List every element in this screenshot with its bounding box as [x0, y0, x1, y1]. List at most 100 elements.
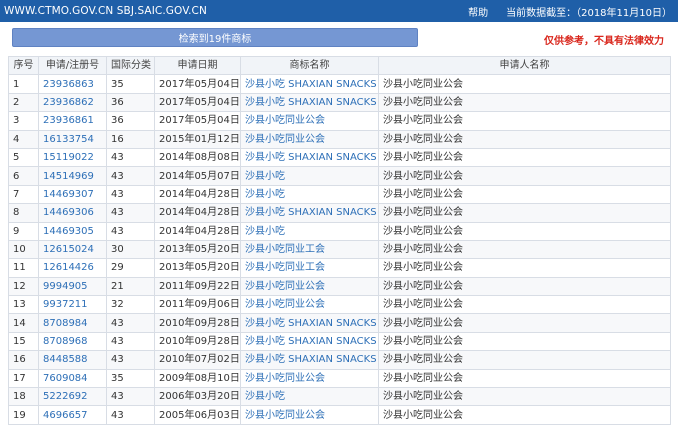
cell-index: 17: [8, 368, 39, 389]
cell-applicant: 沙县小吃同业公会: [378, 239, 671, 260]
table-header-row: 序号 申请/注册号 国际分类 申请日期 商标名称 申请人名称: [8, 55, 671, 76]
cell-index: 5: [8, 147, 39, 168]
cell-mark-name-link[interactable]: 沙县小吃: [240, 166, 379, 186]
cell-reg-number-link[interactable]: 15119022: [38, 147, 107, 168]
table-row[interactable]: 17 7609084 35 2009年08月10日 沙县小吃同业公会 沙县小吃同业公会: [8, 368, 671, 389]
cell-reg-number-link[interactable]: 23936862: [38, 92, 107, 113]
cell-class: 43: [106, 203, 155, 223]
cell-index: 15: [8, 331, 39, 352]
cell-applicant: 沙县小吃同业公会: [378, 405, 671, 425]
cell-applicant: 沙县小吃同业公会: [378, 111, 671, 131]
cell-reg-number-link[interactable]: 14469306: [38, 203, 107, 223]
cell-applicant: 沙县小吃同业公会: [378, 276, 671, 297]
cell-reg-number-link[interactable]: 8708984: [38, 313, 107, 333]
cell-date: 2017年05月04日: [154, 74, 241, 94]
table-row[interactable]: 13 9937211 32 2011年09月06日 沙县小吃同业公会 沙县小吃同业公会: [8, 295, 671, 315]
cell-reg-number-link[interactable]: 9994905: [38, 276, 107, 297]
cell-date: 2009年08月10日: [154, 368, 241, 389]
cell-mark-name-link[interactable]: 沙县小吃: [240, 387, 379, 407]
cell-reg-number-link[interactable]: 23936861: [38, 111, 107, 131]
top-bar: WWW.CTMO.GOV.CN SBJ.SAIC.GOV.CN 帮助 当前数据截…: [0, 0, 678, 22]
cell-mark-name-link[interactable]: 沙县小吃同业公会: [240, 111, 379, 131]
cell-mark-name-link[interactable]: 沙县小吃同业工会: [240, 239, 379, 260]
cell-mark-name-link[interactable]: 沙县小吃 SHAXIAN SNACKS: [240, 313, 379, 333]
table-row[interactable]: 2 23936862 36 2017年05月04日 沙县小吃 SHAXIAN SNACK…: [8, 92, 671, 113]
cell-reg-number-link[interactable]: 7609084: [38, 368, 107, 389]
cell-mark-name-link[interactable]: 沙县小吃: [240, 184, 379, 205]
cell-mark-name-link[interactable]: 沙县小吃 SHAXIAN SNACKS: [240, 74, 379, 94]
top-bar-right: 帮助 当前数据截至：（2018年11月10日）: [468, 4, 672, 19]
cell-date: 2017年05月04日: [154, 111, 241, 131]
cell-reg-number-link[interactable]: 23936863: [38, 74, 107, 94]
table-row[interactable]: 12 9994905 21 2011年09月22日 沙县小吃同业公会 沙县小吃同业公会: [8, 276, 671, 297]
table-row[interactable]: 14 8708984 43 2010年09月28日 沙县小吃 SHAXIAN SNACK…: [8, 313, 671, 333]
cell-mark-name-link[interactable]: 沙县小吃同业工会: [240, 258, 379, 278]
cell-class: 30: [106, 239, 155, 260]
table-row[interactable]: 19 4696657 43 2005年06月03日 沙县小吃同业公会 沙县小吃同业公会: [8, 405, 671, 425]
cell-reg-number-link[interactable]: 8448588: [38, 350, 107, 370]
cell-reg-number-link[interactable]: 14514969: [38, 166, 107, 186]
cell-mark-name-link[interactable]: 沙县小吃同业公会: [240, 368, 379, 389]
table-row[interactable]: 16 8448588 43 2010年07月02日 沙县小吃 SHAXIAN SNACK…: [8, 350, 671, 370]
table-row[interactable]: 4 16133754 16 2015年01月12日 沙县小吃同业公会 沙县小吃同业公会: [8, 129, 671, 149]
cell-date: 2011年09月06日: [154, 295, 241, 315]
cell-reg-number-link[interactable]: 4696657: [38, 405, 107, 425]
header-class[interactable]: 国际分类: [106, 55, 155, 76]
cell-reg-number-link[interactable]: 9937211: [38, 295, 107, 315]
cell-mark-name-link[interactable]: 沙县小吃同业公会: [240, 295, 379, 315]
table-row[interactable]: 11 12614426 29 2013年05月20日 沙县小吃同业工会 沙县小吃同业公会: [8, 258, 671, 278]
header-reg-number[interactable]: 申请/注册号: [38, 55, 107, 76]
result-count-button[interactable]: 检索到19件商标: [12, 28, 418, 47]
cell-mark-name-link[interactable]: 沙县小吃同业公会: [240, 276, 379, 297]
cell-applicant: 沙县小吃同业公会: [378, 258, 671, 278]
cell-class: 35: [106, 74, 155, 94]
cell-date: 2014年04月28日: [154, 184, 241, 205]
cell-reg-number-link[interactable]: 12615024: [38, 239, 107, 260]
cell-date: 2014年04月28日: [154, 203, 241, 223]
cell-mark-name-link[interactable]: 沙县小吃 SHAXIAN SNACKS: [240, 92, 379, 113]
cell-applicant: 沙县小吃同业公会: [378, 92, 671, 113]
cell-applicant: 沙县小吃同业公会: [378, 184, 671, 205]
table-row[interactable]: 9 14469305 43 2014年04月28日 沙县小吃 沙县小吃同业公会: [8, 221, 671, 241]
cell-reg-number-link[interactable]: 16133754: [38, 129, 107, 149]
cell-reg-number-link[interactable]: 5222692: [38, 387, 107, 407]
cell-reg-number-link[interactable]: 14469307: [38, 184, 107, 205]
table-row[interactable]: 8 14469306 43 2014年04月28日 沙县小吃 SHAXIAN SNACK…: [8, 203, 671, 223]
cell-class: 43: [106, 147, 155, 168]
cell-index: 13: [8, 295, 39, 315]
cell-mark-name-link[interactable]: 沙县小吃 SHAXIAN SNACKS: [240, 350, 379, 370]
header-mark-name[interactable]: 商标名称: [240, 55, 379, 76]
cell-index: 18: [8, 387, 39, 407]
cell-reg-number-link[interactable]: 14469305: [38, 221, 107, 241]
cell-date: 2013年05月20日: [154, 258, 241, 278]
cell-index: 9: [8, 221, 39, 241]
cell-reg-number-link[interactable]: 12614426: [38, 258, 107, 278]
cell-mark-name-link[interactable]: 沙县小吃同业公会: [240, 405, 379, 425]
cell-mark-name-link[interactable]: 沙县小吃 SHAXIAN SNACKS: [240, 331, 379, 352]
help-link[interactable]: 帮助: [468, 4, 488, 19]
table-row[interactable]: 5 15119022 43 2014年08月08日 沙县小吃 SHAXIAN SNACK…: [8, 147, 671, 168]
table-row[interactable]: 3 23936861 36 2017年05月04日 沙县小吃同业公会 沙县小吃同业公会: [8, 111, 671, 131]
cell-index: 4: [8, 129, 39, 149]
header-applicant[interactable]: 申请人名称: [378, 55, 671, 76]
header-date[interactable]: 申请日期: [154, 55, 241, 76]
cell-mark-name-link[interactable]: 沙县小吃同业公会: [240, 129, 379, 149]
cell-applicant: 沙县小吃同业公会: [378, 350, 671, 370]
header-index[interactable]: 序号: [8, 55, 39, 76]
table-row[interactable]: 1 23936863 35 2017年05月04日 沙县小吃 SHAXIAN SNACK…: [8, 74, 671, 94]
cell-class: 43: [106, 405, 155, 425]
cell-date: 2015年01月12日: [154, 129, 241, 149]
cell-applicant: 沙县小吃同业公会: [378, 221, 671, 241]
table-row[interactable]: 10 12615024 30 2013年05月20日 沙县小吃同业工会 沙县小吃同业公会: [8, 239, 671, 260]
cell-class: 43: [106, 166, 155, 186]
cell-mark-name-link[interactable]: 沙县小吃 SHAXIAN SNACKS: [240, 203, 379, 223]
cell-mark-name-link[interactable]: 沙县小吃: [240, 221, 379, 241]
table-row[interactable]: 18 5222692 43 2006年03月20日 沙县小吃 沙县小吃同业公会: [8, 387, 671, 407]
table-row[interactable]: 6 14514969 43 2014年05月07日 沙县小吃 沙县小吃同业公会: [8, 166, 671, 186]
table-row[interactable]: 15 8708968 43 2010年09月28日 沙县小吃 SHAXIAN SNACK…: [8, 331, 671, 352]
cell-index: 1: [8, 74, 39, 94]
cell-mark-name-link[interactable]: 沙县小吃 SHAXIAN SNACKS: [240, 147, 379, 168]
cell-reg-number-link[interactable]: 8708968: [38, 331, 107, 352]
table-row[interactable]: 7 14469307 43 2014年04月28日 沙县小吃 沙县小吃同业公会: [8, 184, 671, 205]
cell-class: 43: [106, 350, 155, 370]
